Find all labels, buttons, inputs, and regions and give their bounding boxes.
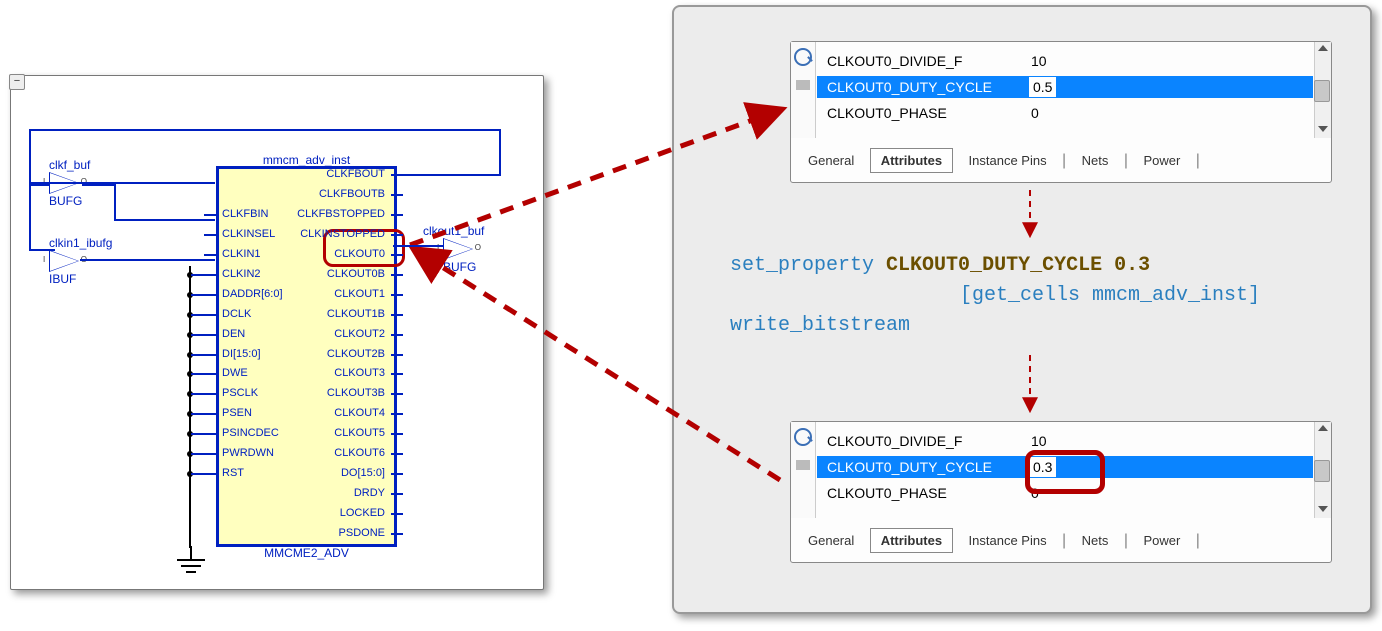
scroll-thumb[interactable] (1314, 80, 1330, 102)
properties-panel: CLKOUT0_DIVIDE_F 10 CLKOUT0_DUTY_CYCLE 0… (672, 5, 1372, 614)
scroll-up-icon[interactable] (1318, 45, 1328, 51)
mmcm-instance-name: mmcm_adv_inst (219, 153, 394, 167)
diagram-stage: − mmcm_adv_inst MMCME2_ADV clkf_buf IO B… (0, 0, 1382, 631)
ground-icon (171, 546, 211, 576)
prop-value-edit[interactable]: 0.3 (1029, 456, 1056, 478)
bufg-clkout1-label: clkout1_buf (423, 224, 484, 238)
pin-clkinstopped[interactable]: CLKINSTOPPED (300, 228, 385, 240)
mmcm-type-name: MMCME2_ADV (219, 546, 394, 560)
tab-nets[interactable]: Nets (1071, 148, 1120, 173)
pin-clkout4[interactable]: CLKOUT4 (334, 407, 385, 419)
prop-value-edit[interactable]: 0.5 (1029, 76, 1056, 98)
pin-di150[interactable]: DI[15:0] (222, 348, 261, 360)
prop-name: CLKOUT0_DUTY_CYCLE (827, 76, 992, 98)
pin-clkout2[interactable]: CLKOUT2 (334, 328, 385, 340)
scroll-down-icon[interactable] (1318, 126, 1328, 132)
prop-value: 10 (1031, 430, 1047, 452)
pin-psdone[interactable]: PSDONE (339, 527, 385, 539)
tab-instance-pins[interactable]: Instance Pins (958, 528, 1058, 553)
pin-locked[interactable]: LOCKED (340, 507, 385, 519)
tab-general[interactable]: General (797, 528, 865, 553)
pin-clkout0[interactable]: CLKOUT0 (334, 248, 385, 260)
tcl-code: set_property CLKOUT0_DUTY_CYCLE 0.3 [get… (730, 251, 1350, 341)
property-box-before: CLKOUT0_DIVIDE_F 10 CLKOUT0_DUTY_CYCLE 0… (790, 41, 1332, 183)
code-line-2: [get_cells mmcm_adv_inst] (730, 281, 1350, 311)
prop-name: CLKOUT0_PHASE (827, 102, 947, 124)
scrollbar[interactable] (1314, 422, 1331, 518)
prop-name: CLKOUT0_DUTY_CYCLE (827, 456, 992, 478)
bufg-clkf[interactable]: clkf_buf IO BUFG (49, 158, 90, 208)
bufg-clkf-label: clkf_buf (49, 158, 90, 172)
prop-side-toolbar (791, 42, 816, 138)
search-icon[interactable] (794, 48, 812, 66)
pin-clkfbin[interactable]: CLKFBIN (222, 208, 268, 220)
tab-attributes[interactable]: Attributes (870, 528, 953, 553)
filter-icon[interactable] (796, 80, 810, 90)
prop-value: 0 (1031, 102, 1039, 124)
pin-clkout6[interactable]: CLKOUT6 (334, 447, 385, 459)
ibuf-clkin1-label: clkin1_ibufg (49, 236, 112, 250)
pin-pwrdwn[interactable]: PWRDWN (222, 447, 274, 459)
scroll-up-icon[interactable] (1318, 425, 1328, 431)
pin-dclk[interactable]: DCLK (222, 308, 251, 320)
schematic-panel: − mmcm_adv_inst MMCME2_ADV clkf_buf IO B… (10, 75, 544, 590)
pin-clkfbout[interactable]: CLKFBOUT (326, 168, 385, 180)
prop-tabs: General Attributes Instance Pins | Nets … (797, 148, 1325, 178)
tab-power[interactable]: Power (1132, 148, 1191, 173)
ibuf-clkin1-type: IBUF (49, 272, 112, 286)
pin-clkinsel[interactable]: CLKINSEL (222, 228, 275, 240)
prop-value: 0 (1031, 482, 1039, 504)
pin-clkfbstopped[interactable]: CLKFBSTOPPED (297, 208, 385, 220)
pin-clkout3[interactable]: CLKOUT3 (334, 367, 385, 379)
tab-nets[interactable]: Nets (1071, 528, 1120, 553)
pin-clkfboutb[interactable]: CLKFBOUTB (319, 188, 385, 200)
pin-den[interactable]: DEN (222, 328, 245, 340)
pin-psen[interactable]: PSEN (222, 407, 252, 419)
bufg-clkout1-type: BUFG (443, 260, 484, 274)
tab-attributes[interactable]: Attributes (870, 148, 953, 173)
pin-clkin1[interactable]: CLKIN1 (222, 248, 261, 260)
pin-dwe[interactable]: DWE (222, 367, 248, 379)
prop-tabs: General Attributes Instance Pins | Nets … (797, 528, 1325, 558)
tab-general[interactable]: General (797, 148, 865, 173)
pin-clkout2b[interactable]: CLKOUT2B (327, 348, 385, 360)
search-icon[interactable] (794, 428, 812, 446)
prop-value: 10 (1031, 50, 1047, 72)
ibuf-clkin1[interactable]: clkin1_ibufg IO IBUF (49, 236, 112, 286)
scroll-thumb[interactable] (1314, 460, 1330, 482)
tab-instance-pins[interactable]: Instance Pins (958, 148, 1058, 173)
pin-clkout0b[interactable]: CLKOUT0B (327, 268, 385, 280)
bufg-clkout1[interactable]: clkout1_buf IO BUFG (443, 224, 484, 274)
filter-icon[interactable] (796, 460, 810, 470)
pin-clkout3b[interactable]: CLKOUT3B (327, 387, 385, 399)
pin-psincdec[interactable]: PSINCDEC (222, 427, 279, 439)
prop-name: CLKOUT0_PHASE (827, 482, 947, 504)
pin-do150[interactable]: DO[15:0] (341, 467, 385, 479)
pin-clkout5[interactable]: CLKOUT5 (334, 427, 385, 439)
scroll-down-icon[interactable] (1318, 506, 1328, 512)
collapse-button[interactable]: − (9, 74, 25, 90)
pin-drdy[interactable]: DRDY (354, 487, 385, 499)
pin-daddr60[interactable]: DADDR[6:0] (222, 288, 283, 300)
property-box-after: CLKOUT0_DIVIDE_F 10 CLKOUT0_DUTY_CYCLE 0… (790, 421, 1332, 563)
code-line-3: write_bitstream (730, 311, 1350, 341)
pin-psclk[interactable]: PSCLK (222, 387, 258, 399)
pin-clkout1[interactable]: CLKOUT1 (334, 288, 385, 300)
bufg-clkf-type: BUFG (49, 194, 90, 208)
pin-clkout1b[interactable]: CLKOUT1B (327, 308, 385, 320)
pin-rst[interactable]: RST (222, 467, 244, 479)
scrollbar[interactable] (1314, 42, 1331, 138)
code-line-1: set_property CLKOUT0_DUTY_CYCLE 0.3 (730, 251, 1350, 281)
prop-name: CLKOUT0_DIVIDE_F (827, 50, 962, 72)
tab-power[interactable]: Power (1132, 528, 1191, 553)
prop-name: CLKOUT0_DIVIDE_F (827, 430, 962, 452)
prop-side-toolbar (791, 422, 816, 518)
pin-clkin2[interactable]: CLKIN2 (222, 268, 261, 280)
ground-bus (189, 266, 191, 548)
